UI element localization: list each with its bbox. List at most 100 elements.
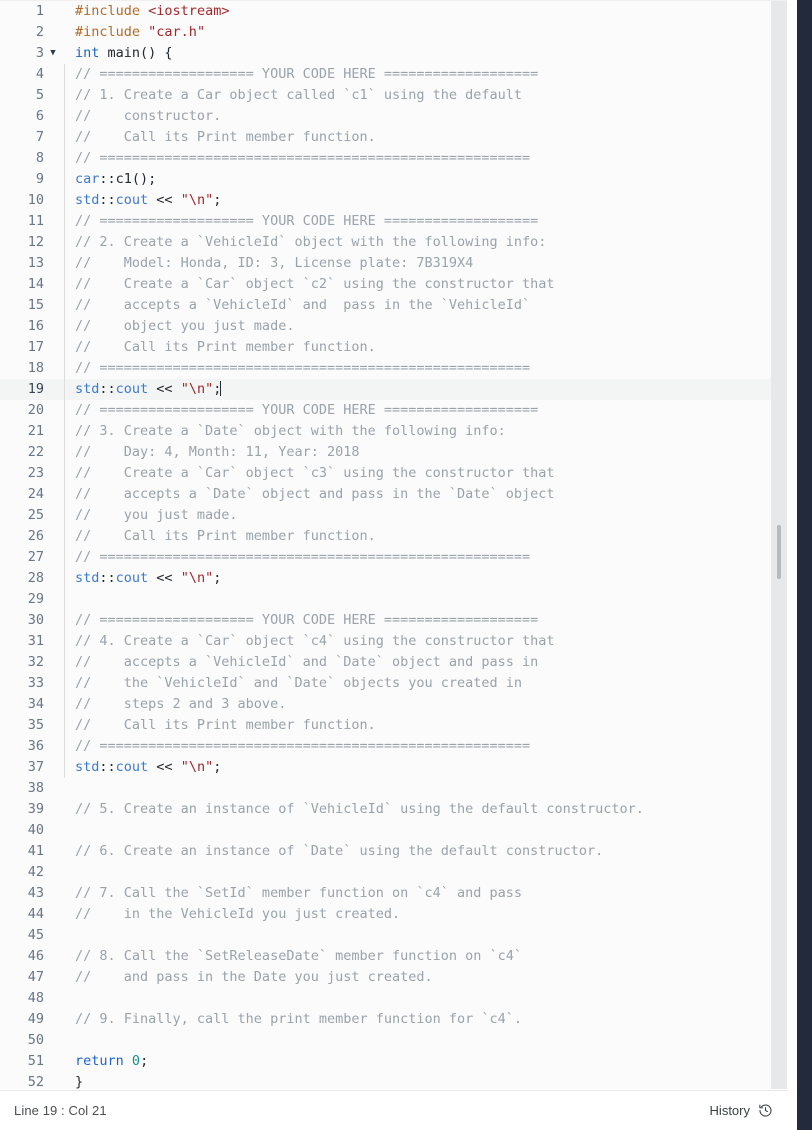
code-line-text: // 3. Create a `Date` object with the fo…	[71, 421, 787, 442]
vertical-scrollbar[interactable]	[771, 1, 787, 1089]
code-line[interactable]: 26 // Call its Print member function.	[0, 526, 787, 547]
indent-guide	[60, 1051, 71, 1072]
code-line[interactable]: 12 // 2. Create a `VehicleId` object with…	[0, 232, 787, 253]
code-line[interactable]: 36 // ===================================…	[0, 736, 787, 757]
code-token: // Model: Honda, ID: 3, License plate: 7…	[75, 255, 474, 271]
code-line[interactable]: 51 return 0;	[0, 1051, 787, 1072]
code-line[interactable]: 45	[0, 925, 787, 946]
code-line-text: // Call its Print member function.	[71, 337, 787, 358]
code-line[interactable]: 43 // 7. Call the `SetId` member function…	[0, 883, 787, 904]
code-line[interactable]: 10 std::cout << "\n";	[0, 190, 787, 211]
line-number: 11	[27, 213, 44, 229]
code-line[interactable]: 47 // and pass in the Date you just creat…	[0, 967, 787, 988]
line-number: 38	[27, 780, 44, 796]
code-line-text: // the `VehicleId` and `Date` objects yo…	[71, 673, 787, 694]
code-line[interactable]: 49 // 9. Finally, call the print member f…	[0, 1009, 787, 1030]
code-line[interactable]: 1 #include <iostream>	[0, 1, 787, 22]
code-line-text: // accepts a `Date` object and pass in t…	[71, 484, 787, 505]
code-token: // Create a `Car` object `c3` using the …	[75, 465, 555, 481]
code-line[interactable]: 44 // in the VehicleId you just created.	[0, 904, 787, 925]
code-line[interactable]: 33 // the `VehicleId` and `Date` objects …	[0, 673, 787, 694]
code-line[interactable]: 28 std::cout << "\n";	[0, 568, 787, 589]
code-line[interactable]: 6 // constructor.	[0, 106, 787, 127]
indent-guide	[60, 106, 71, 127]
line-number: 49	[27, 1011, 44, 1027]
code-line[interactable]: 27 // ===================================…	[0, 547, 787, 568]
code-line[interactable]: 11 // =================== YOUR CODE HERE …	[0, 211, 787, 232]
code-line[interactable]: 2 #include "car.h"	[0, 22, 787, 43]
code-token: ::	[99, 759, 116, 775]
code-line-text: // 4. Create a `Car` object `c4` using t…	[71, 631, 787, 652]
code-line-text: // you just made.	[71, 505, 787, 526]
code-line[interactable]: 38	[0, 778, 787, 799]
line-number: 36	[27, 738, 44, 754]
code-lines-container[interactable]: 1 #include <iostream> 2 #include "car.h" 3 ▼ i…	[0, 1, 787, 1089]
code-line-text: // Call its Print member function.	[71, 715, 787, 736]
code-line[interactable]: 16 // object you just made.	[0, 316, 787, 337]
code-line[interactable]: 21 // 3. Create a `Date` object with the …	[0, 421, 787, 442]
code-token: "\n"	[180, 759, 214, 775]
code-line[interactable]: 7 // Call its Print member function.	[0, 127, 787, 148]
line-number: 24	[27, 486, 44, 502]
code-token: cout	[115, 381, 149, 397]
code-line-text: // 6. Create an instance of `Date` using…	[71, 841, 787, 862]
indent-guide	[60, 22, 71, 43]
code-line[interactable]: 25 // you just made.	[0, 505, 787, 526]
code-token: // 1. Create a Car object called `c1` us…	[75, 87, 523, 103]
line-number: 9	[35, 171, 44, 187]
code-line[interactable]: 23 // Create a `Car` object `c3` using th…	[0, 463, 787, 484]
code-line[interactable]: 15 // accepts a `VehicleId` and pass in t…	[0, 295, 787, 316]
line-number: 33	[27, 675, 44, 691]
code-line[interactable]: 9 car::c1();	[0, 169, 787, 190]
code-line[interactable]: 29	[0, 589, 787, 610]
code-line[interactable]: 39 // 5. Create an instance of `VehicleId…	[0, 799, 787, 820]
code-token: std	[75, 759, 100, 775]
indent-guide	[60, 988, 71, 1009]
history-label: History	[709, 1103, 750, 1118]
code-line[interactable]: 42	[0, 862, 787, 883]
code-line[interactable]: 48	[0, 988, 787, 1009]
code-line[interactable]: 31 // 4. Create a `Car` object `c4` using…	[0, 631, 787, 652]
code-line[interactable]: 20 // =================== YOUR CODE HERE …	[0, 400, 787, 421]
code-line[interactable]: 14 // Create a `Car` object `c2` using th…	[0, 274, 787, 295]
code-line[interactable]: 5 // 1. Create a Car object called `c1` u…	[0, 85, 787, 106]
code-line[interactable]: 17 // Call its Print member function.	[0, 337, 787, 358]
code-line[interactable]: 34 // steps 2 and 3 above.	[0, 694, 787, 715]
code-line[interactable]: 52}	[0, 1072, 787, 1089]
code-line[interactable]: 50	[0, 1030, 787, 1051]
code-line[interactable]: 46 // 8. Call the `SetReleaseDate` member…	[0, 946, 787, 967]
code-line[interactable]: 8 // ====================================…	[0, 148, 787, 169]
code-line[interactable]: 40	[0, 820, 787, 841]
code-token: // accepts a `VehicleId` and pass in the…	[75, 297, 531, 313]
code-token: "\n"	[180, 192, 214, 208]
code-token: cout	[115, 759, 149, 775]
code-line[interactable]: 19 std::cout << "\n";	[0, 379, 787, 400]
code-line[interactable]: 35 // Call its Print member function.	[0, 715, 787, 736]
window-right-rail	[797, 0, 812, 1130]
code-editor-surface[interactable]: 1 #include <iostream> 2 #include "car.h" 3 ▼ i…	[0, 0, 787, 1089]
code-line[interactable]: 41 // 6. Create an instance of `Date` usi…	[0, 841, 787, 862]
code-line[interactable]: 37 std::cout << "\n";	[0, 757, 787, 778]
code-line[interactable]: 18 // ===================================…	[0, 358, 787, 379]
code-line-text: // =====================================…	[71, 148, 787, 169]
indent-guide	[60, 211, 71, 232]
code-line[interactable]: 24 // accepts a `Date` object and pass in…	[0, 484, 787, 505]
code-line[interactable]: 32 // accepts a `VehicleId` and `Date` ob…	[0, 652, 787, 673]
code-line[interactable]: 22 // Day: 4, Month: 11, Year: 2018	[0, 442, 787, 463]
fold-toggle-icon[interactable]: ▼	[46, 43, 60, 64]
code-line[interactable]: 3 ▼ int main() {	[0, 43, 787, 64]
history-button[interactable]: History	[710, 1103, 773, 1118]
code-line[interactable]: 4 // =================== YOUR CODE HERE =…	[0, 64, 787, 85]
code-token: // Create a `Car` object `c2` using the …	[75, 276, 555, 292]
code-line-text: // 8. Call the `SetReleaseDate` member f…	[71, 946, 787, 967]
code-token: // Call its Print member function.	[75, 528, 376, 544]
code-line[interactable]: 13 // Model: Honda, ID: 3, License plate:…	[0, 253, 787, 274]
code-line[interactable]: 30 // =================== YOUR CODE HERE …	[0, 610, 787, 631]
code-line-text: }	[71, 1072, 787, 1089]
vertical-scrollbar-thumb[interactable]	[777, 525, 781, 579]
code-token: // =================== YOUR CODE HERE ==…	[75, 402, 539, 418]
code-line-text: // constructor.	[71, 106, 787, 127]
line-number: 42	[27, 864, 44, 880]
